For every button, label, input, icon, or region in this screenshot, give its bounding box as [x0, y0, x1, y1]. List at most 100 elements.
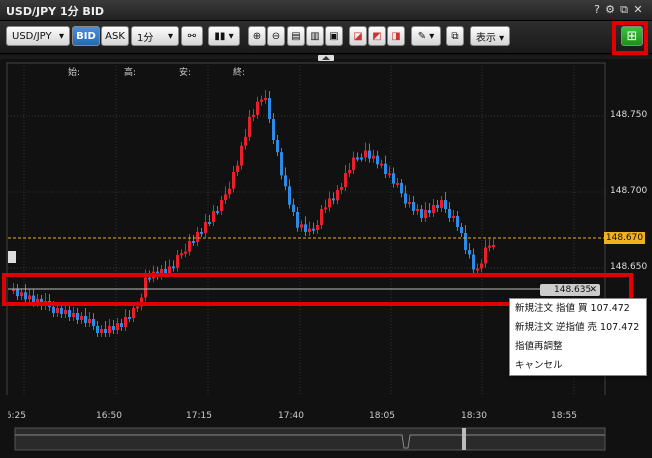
popout-icon[interactable]: ⧉ [618, 3, 630, 17]
candle-body [292, 204, 295, 212]
candle-body [376, 155, 379, 165]
candle-body [248, 117, 251, 137]
candle-body [188, 241, 191, 252]
candle-body [212, 211, 215, 222]
candle-body [400, 183, 403, 194]
candle-body [384, 163, 387, 174]
draw-button-1[interactable]: ◪ [349, 26, 367, 46]
candle-body [368, 150, 371, 159]
link-icon: ⚯ [187, 30, 197, 42]
candle-body [472, 254, 475, 270]
candle-body [432, 205, 435, 213]
chart-area[interactable]: 始: 高: 安: 終: 148.750 148.700 148.650 148.… [0, 55, 652, 458]
candle-body [192, 241, 195, 243]
candle-body [88, 319, 91, 323]
draw-button-2[interactable]: ◩ [368, 26, 386, 46]
menu-item-readjust[interactable]: 指値再調整 [510, 337, 646, 356]
zoom-out-button[interactable]: ⊖ [267, 26, 285, 46]
menu-item-new-limit-buy[interactable]: 新規注文 指値 買 107.472 [510, 299, 646, 318]
layout-icon: ▤ [291, 30, 301, 42]
candle-body [344, 173, 347, 187]
candle-body [324, 207, 327, 210]
price-label: 148.650 [610, 262, 648, 272]
candle-body [252, 114, 255, 117]
candle-body [60, 308, 63, 314]
display-button[interactable]: 表示 ▾ [470, 26, 510, 46]
ask-button[interactable]: ASK [101, 26, 129, 46]
candle-body [260, 99, 263, 102]
candle-body [392, 173, 395, 184]
help-icon[interactable]: ? [591, 3, 603, 16]
draw-button-3[interactable]: ◨ [387, 26, 405, 46]
zoom-in-button[interactable]: ⊕ [248, 26, 266, 46]
symbol-select[interactable]: USD/JPY ▾ [6, 26, 70, 46]
candle-body [380, 163, 383, 166]
candle-body [172, 266, 175, 269]
time-label: 17:40 [278, 411, 304, 421]
candle-body [228, 188, 231, 195]
indicator-button[interactable]: ⧉ [446, 26, 464, 46]
price-label: 148.700 [610, 186, 648, 196]
candle-body [408, 202, 411, 204]
candle-body [104, 329, 107, 333]
chart-type-button[interactable]: ▮▮ ▾ [208, 26, 240, 46]
candle-body [72, 313, 75, 317]
interval-value: 1分 [137, 32, 154, 44]
navigator[interactable] [14, 427, 606, 451]
left-scroll-handle[interactable] [8, 251, 16, 263]
close-icon[interactable]: ✕ [632, 3, 644, 16]
candle-body [364, 150, 367, 158]
candle-body [332, 198, 335, 201]
layout-button-1[interactable]: ▤ [287, 26, 305, 46]
candle-body [284, 175, 287, 187]
candle-body [312, 228, 315, 231]
link-button[interactable]: ⚯ [181, 26, 203, 46]
candle-body [460, 227, 463, 233]
interval-select[interactable]: 1分 ▾ [131, 26, 179, 46]
layout-button-3[interactable]: ▣ [325, 26, 343, 46]
time-label: 18:55 [551, 411, 577, 421]
ohlc-low: 安: [179, 68, 192, 78]
candle-body [92, 319, 95, 326]
candle-body [56, 308, 59, 313]
candle-body [336, 190, 339, 201]
candle-body [132, 308, 135, 318]
menu-item-new-stop-sell[interactable]: 新規注文 逆指値 売 107.472 [510, 318, 646, 337]
candlestick-icon: ▮▮ ▾ [214, 30, 234, 42]
candle-body [328, 198, 331, 208]
pen-button[interactable]: ✎ ▾ [411, 26, 441, 46]
layout-icon: ▥ [310, 30, 320, 42]
candle-body [224, 194, 227, 200]
candle-body [300, 224, 303, 228]
candle-body [412, 202, 415, 211]
candle-body [356, 157, 359, 160]
draw-icon: ◪ [353, 30, 363, 42]
candle-body [272, 119, 275, 140]
candle-body [444, 200, 447, 209]
menu-item-cancel[interactable]: キャンセル [510, 356, 646, 375]
zoom-out-icon: ⊖ [271, 30, 281, 42]
candle-body [428, 210, 431, 213]
candle-body [288, 186, 291, 205]
candle-body [84, 316, 87, 323]
chart-svg [0, 55, 652, 451]
layout-button-2[interactable]: ▥ [306, 26, 324, 46]
candle-body [396, 183, 399, 185]
bid-button[interactable]: BID [72, 26, 100, 46]
time-label: 18:30 [461, 411, 487, 421]
gear-icon[interactable]: ⚙ [604, 3, 616, 16]
toolbar: USD/JPY ▾ BID ASK 1分 ▾ ⚯ ▮▮ ▾ ⊕ ⊖ ▤ ▥ ▣ ◪ … [0, 21, 652, 54]
candle-body [280, 152, 283, 176]
chevron-down-icon: ▾ [58, 30, 64, 42]
candle-body [352, 157, 355, 170]
candle-body [136, 306, 139, 309]
highlight-fit-button [612, 21, 648, 55]
navigator-handle[interactable] [462, 428, 466, 450]
candle-body [492, 245, 495, 247]
candle-body [216, 211, 219, 213]
candle-body [208, 222, 211, 224]
candle-body [304, 224, 307, 232]
candle-body [468, 250, 471, 255]
time-label: 18:05 [369, 411, 395, 421]
candle-body [348, 170, 351, 173]
